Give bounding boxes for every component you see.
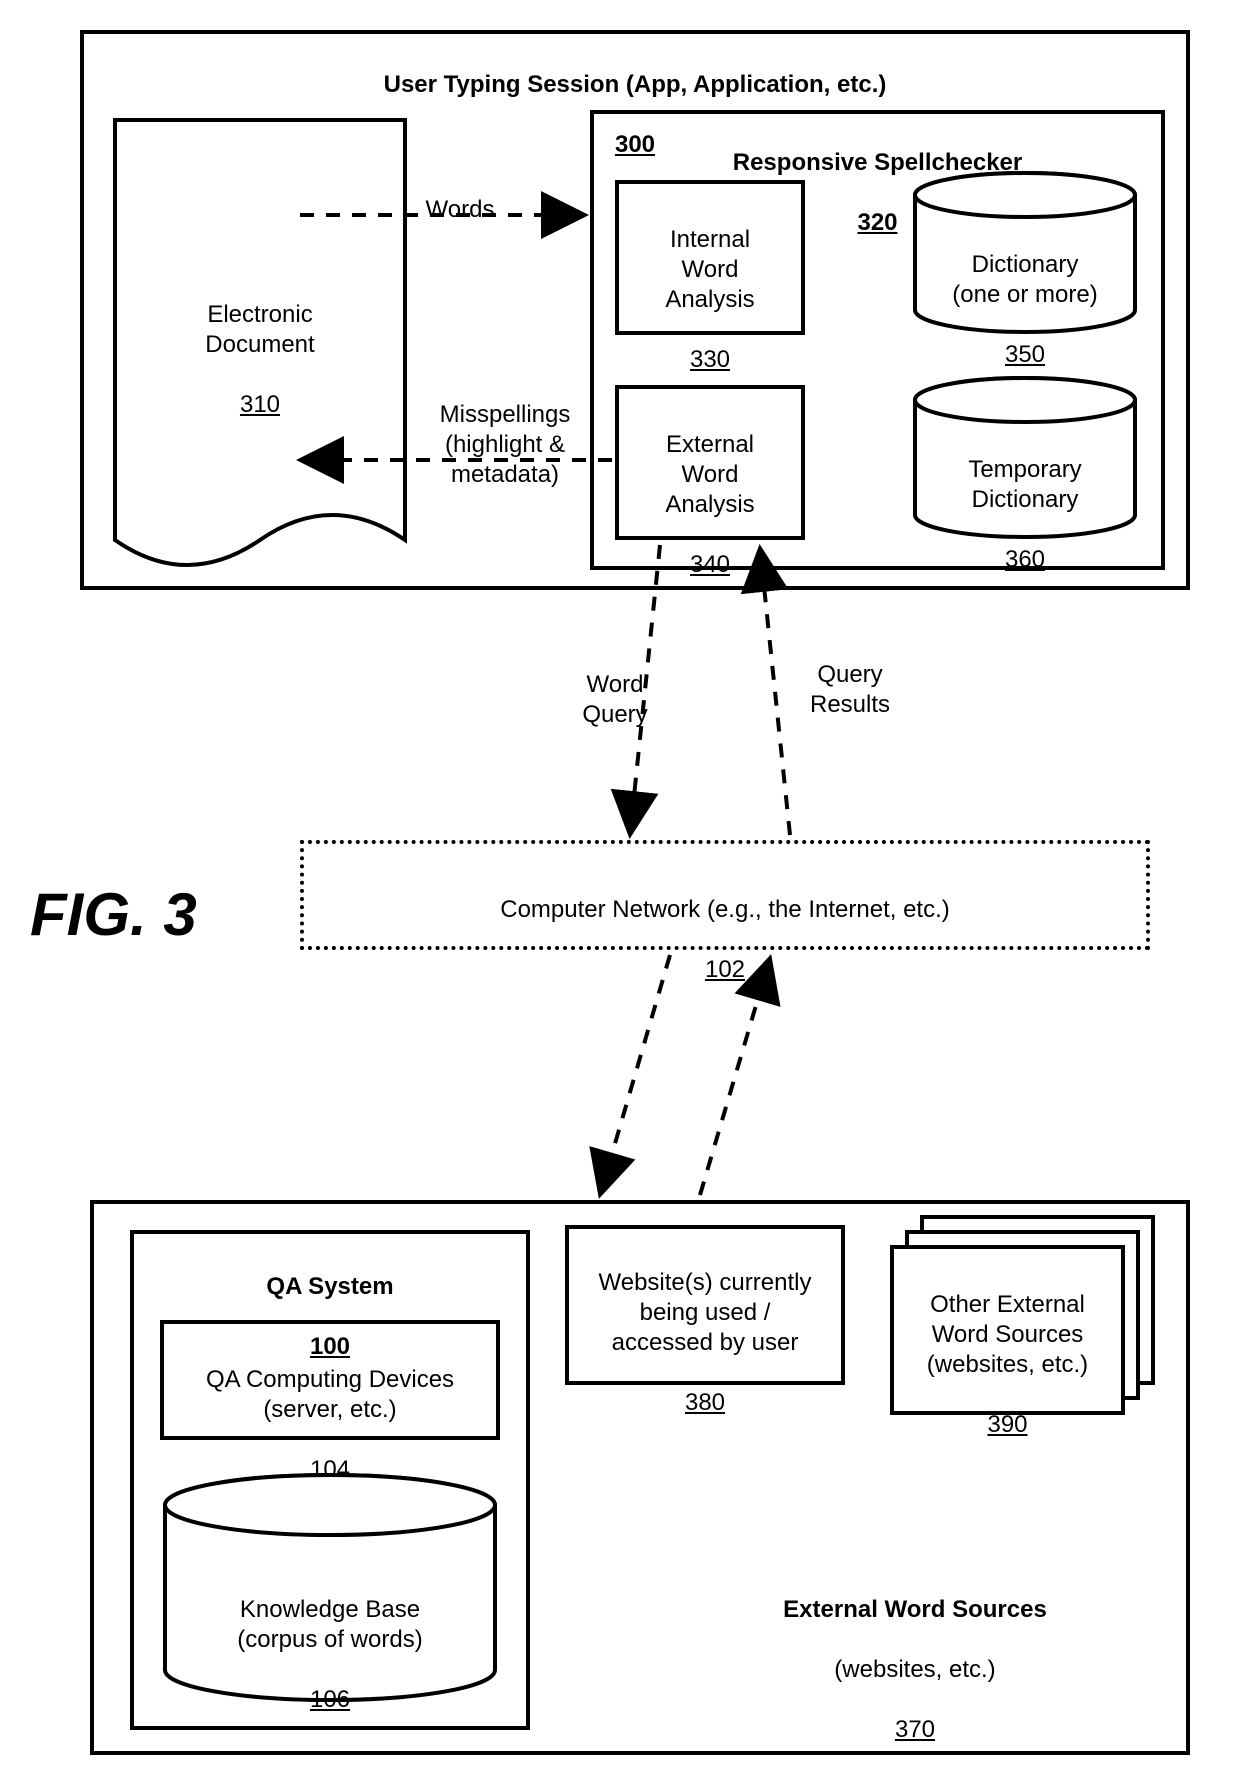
dict-ref: 350 (1005, 341, 1045, 368)
spellchecker-title-text: Responsive Spellchecker (733, 149, 1022, 176)
label-results: Query Results (780, 660, 920, 720)
network-title: Computer Network (e.g., the Internet, et… (300, 865, 1150, 985)
network-ref: 102 (705, 956, 745, 983)
label-query: Word Query (555, 670, 675, 730)
internal-text: Internal Word Analysis (665, 226, 754, 313)
internal-ref: 330 (690, 346, 730, 373)
session-title-text: User Typing Session (App, Application, e… (384, 71, 887, 98)
kb-ref: 106 (310, 1686, 350, 1713)
ext-sources-title: External Word Sources (websites, etc.) 3… (700, 1565, 1130, 1745)
qa-comp-ref: 104 (310, 1456, 350, 1483)
temp-title: Temporary Dictionary 360 (915, 425, 1135, 575)
ext-sources-ref: 370 (895, 1716, 935, 1743)
doc-title: Electronic Document 310 (115, 270, 405, 420)
other-ref: 390 (987, 1411, 1027, 1438)
temp-ref: 360 (1005, 546, 1045, 573)
temp-text: Temporary Dictionary (968, 456, 1081, 513)
kb-title: Knowledge Base (corpus of words) 106 (165, 1565, 495, 1715)
websites-text: Website(s) currently being used / access… (599, 1269, 812, 1356)
figure-label: FIG. 3 (30, 880, 197, 949)
qa-comp-title: QA Computing Devices (server, etc.) 104 (160, 1335, 500, 1485)
websites-ref: 380 (685, 1389, 725, 1416)
label-words: Words (400, 195, 520, 225)
doc-title-text: Electronic Document (205, 301, 314, 358)
dict-text: Dictionary (one or more) (952, 251, 1097, 308)
qa-comp-text: QA Computing Devices (server, etc.) (206, 1366, 454, 1423)
kb-text: Knowledge Base (corpus of words) (237, 1596, 422, 1653)
other-title: Other External Word Sources (websites, e… (890, 1260, 1125, 1440)
ext-sources-sub: (websites, etc.) (834, 1656, 995, 1683)
external-title: External Word Analysis 340 (615, 400, 805, 580)
external-text: External Word Analysis (665, 431, 754, 518)
ext-sources-text: External Word Sources (783, 1596, 1047, 1623)
label-miss: Misspellings (highlight & metadata) (405, 400, 605, 490)
spellchecker-ref: 320 (857, 209, 897, 236)
websites-title: Website(s) currently being used / access… (565, 1238, 845, 1418)
internal-title: Internal Word Analysis 330 (615, 195, 805, 375)
network-text: Computer Network (e.g., the Internet, et… (500, 896, 950, 923)
qa-text: QA System (266, 1273, 393, 1300)
external-ref: 340 (690, 551, 730, 578)
doc-ref: 310 (240, 391, 280, 418)
dict-title: Dictionary (one or more) 350 (915, 220, 1135, 370)
other-text: Other External Word Sources (websites, e… (927, 1291, 1088, 1378)
